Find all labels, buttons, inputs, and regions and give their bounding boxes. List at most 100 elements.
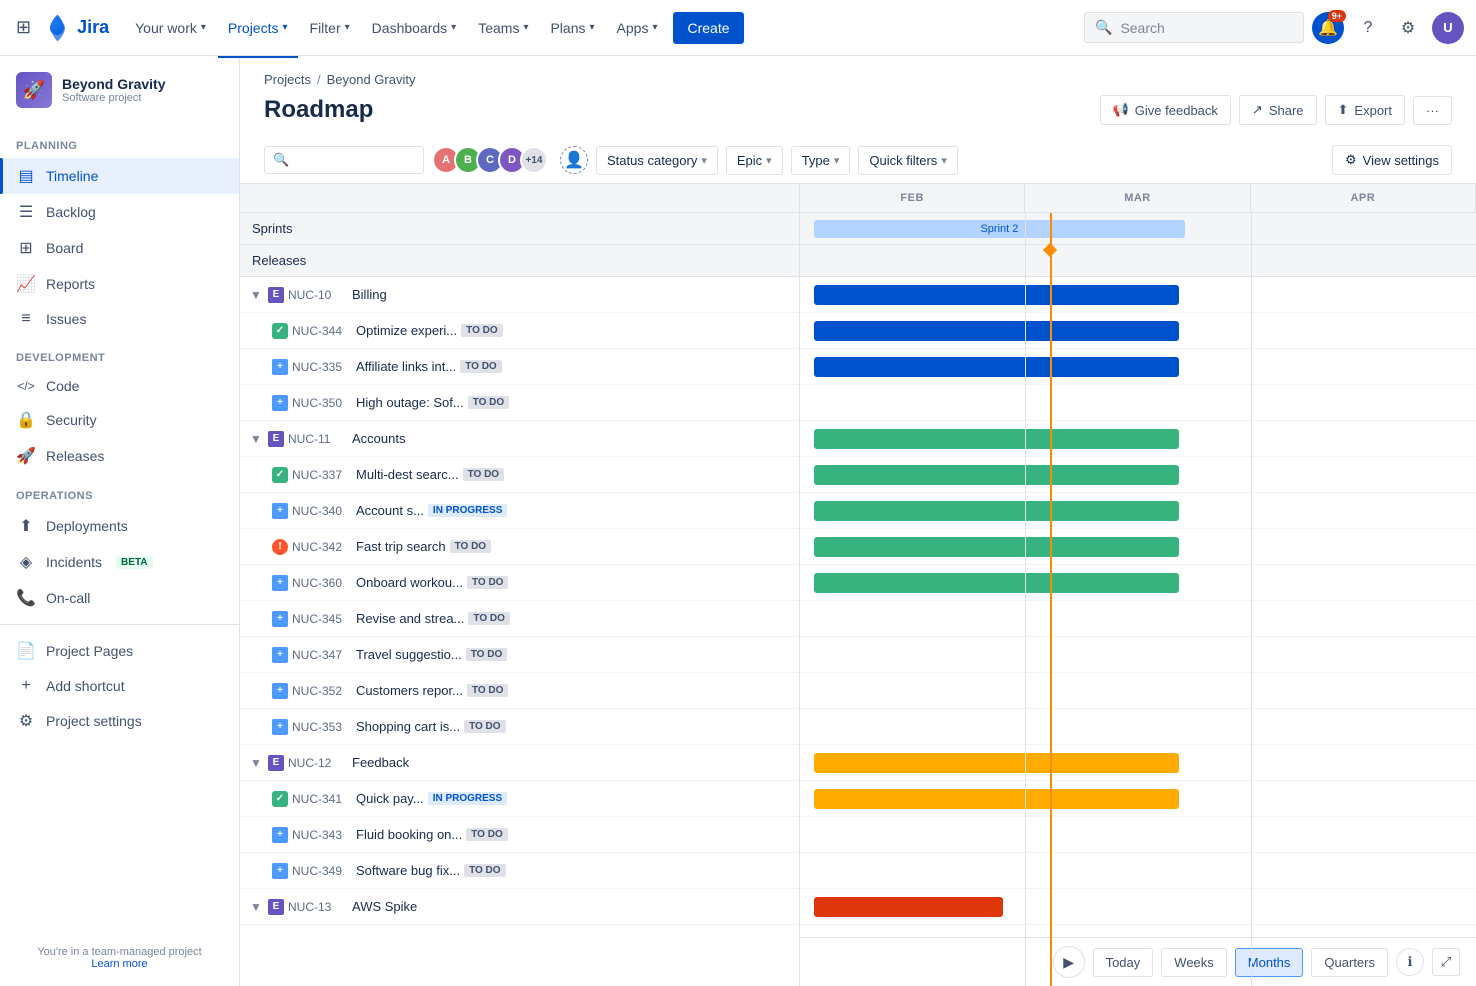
issue-row-nuc352[interactable]: + NUC-352 Customers repor... TO DO <box>240 673 799 709</box>
issue-row-nuc342[interactable]: ! NUC-342 Fast trip search TO DO <box>240 529 799 565</box>
settings-button[interactable]: ⚙ <box>1392 12 1424 44</box>
nav-apps[interactable]: Apps ▾ <box>607 12 668 44</box>
epic-filter[interactable]: Epic ▾ <box>726 146 783 175</box>
project-name: Beyond Gravity <box>62 76 165 92</box>
quick-filters[interactable]: Quick filters ▾ <box>858 146 957 175</box>
nav-plans[interactable]: Plans ▾ <box>540 12 604 44</box>
months-button[interactable]: Months <box>1235 948 1304 977</box>
give-feedback-button[interactable]: 📢 Give feedback <box>1100 95 1231 125</box>
task-icon: + <box>272 359 288 375</box>
gantt-bar-nuc344 <box>814 321 1179 341</box>
toolbar-search[interactable]: 🔍 <box>264 146 424 174</box>
info-button[interactable]: ℹ <box>1396 948 1424 976</box>
on-call-icon: 📞 <box>16 588 36 608</box>
share-button[interactable]: ↗ Share <box>1239 95 1317 125</box>
sidebar-item-on-call[interactable]: 📞 On-call <box>0 580 239 616</box>
learn-more-link[interactable]: Learn more <box>91 958 147 970</box>
issue-row-nuc353[interactable]: + NUC-353 Shopping cart is... TO DO <box>240 709 799 745</box>
sidebar-item-releases[interactable]: 🚀 Releases <box>0 438 239 474</box>
weeks-button[interactable]: Weeks <box>1161 948 1227 977</box>
issue-id: NUC-343 <box>292 828 352 842</box>
issue-row-nuc345[interactable]: + NUC-345 Revise and strea... TO DO <box>240 601 799 637</box>
issue-name: Fluid booking on... <box>356 827 462 842</box>
issue-row-nuc344[interactable]: ✓ NUC-344 Optimize experi... TO DO <box>240 313 799 349</box>
view-settings-button[interactable]: ⚙ View settings <box>1332 145 1452 175</box>
issue-row-nuc341[interactable]: ✓ NUC-341 Quick pay... IN PROGRESS <box>240 781 799 817</box>
issue-row-nuc349[interactable]: + NUC-349 Software bug fix... TO DO <box>240 853 799 889</box>
status-badge: TO DO <box>463 468 504 481</box>
assignee-filter-button[interactable]: 👤 <box>560 146 588 174</box>
expand-icon[interactable]: ▼ <box>248 900 264 914</box>
expand-icon[interactable]: ▼ <box>248 288 264 302</box>
nav-menu: Your work ▾ Projects ▾ Filter ▾ Dashboar… <box>125 12 1076 44</box>
sidebar-item-security[interactable]: 🔒 Security <box>0 402 239 438</box>
expand-icon[interactable]: ▼ <box>248 432 264 446</box>
expand-icon[interactable]: ▼ <box>248 756 264 770</box>
user-avatar[interactable]: U <box>1432 12 1464 44</box>
create-button[interactable]: Create <box>673 12 743 44</box>
quarters-button[interactable]: Quarters <box>1311 948 1388 977</box>
avatar-count[interactable]: +14 <box>520 146 548 174</box>
issue-row-nuc340[interactable]: + NUC-340 Account s... IN PROGRESS <box>240 493 799 529</box>
sidebar-item-code[interactable]: </> Code <box>0 370 239 402</box>
sidebar-item-issues[interactable]: ≡ Issues <box>0 302 239 336</box>
gantt-row-nuc10 <box>800 277 1476 313</box>
sidebar-item-reports[interactable]: 📈 Reports <box>0 266 239 302</box>
roadmap-container: FEB MAR APR Sprints Releases <box>240 184 1476 986</box>
toolbar: 🔍 A B C D +14 👤 Status category ▾ Epic ▾ <box>240 137 1476 184</box>
sprints-label: Sprints <box>252 221 292 236</box>
epic-row-nuc12[interactable]: ▼ E NUC-12 Feedback <box>240 745 799 781</box>
sidebar-item-incidents[interactable]: ◈ Incidents BETA <box>0 544 239 580</box>
gantt-row-nuc344 <box>800 313 1476 349</box>
sidebar-item-timeline[interactable]: ▤ Timeline <box>0 158 239 194</box>
issue-row-nuc337[interactable]: ✓ NUC-337 Multi-dest searc... TO DO <box>240 457 799 493</box>
nav-your-work[interactable]: Your work ▾ <box>125 12 216 44</box>
today-button[interactable]: Today <box>1093 948 1154 977</box>
issue-row-nuc335[interactable]: + NUC-335 Affiliate links int... TO DO <box>240 349 799 385</box>
logo[interactable]: Jira <box>43 14 109 42</box>
bug-icon: ! <box>272 539 288 555</box>
nav-dashboards[interactable]: Dashboards ▾ <box>362 12 467 44</box>
sidebar-item-label: Code <box>46 378 79 394</box>
search-bar[interactable]: 🔍 Search <box>1084 12 1304 43</box>
breadcrumb-project-name[interactable]: Beyond Gravity <box>327 72 416 87</box>
issue-row-nuc347[interactable]: + NUC-347 Travel suggestio... TO DO <box>240 637 799 673</box>
more-options-button[interactable]: ··· <box>1413 96 1452 125</box>
nav-projects[interactable]: Projects ▾ <box>218 12 298 44</box>
help-button[interactable]: ? <box>1352 12 1384 44</box>
sidebar-item-project-settings[interactable]: ⚙ Project settings <box>0 703 239 739</box>
sidebar-item-add-shortcut[interactable]: + Add shortcut <box>0 669 239 703</box>
project-type: Software project <box>62 92 165 104</box>
megaphone-icon: 📢 <box>1113 102 1129 118</box>
sidebar-item-deployments[interactable]: ⬆ Deployments <box>0 508 239 544</box>
epic-row-nuc10[interactable]: ▼ E NUC-10 Billing <box>240 277 799 313</box>
nav-filter[interactable]: Filter ▾ <box>300 12 360 44</box>
fullscreen-button[interactable]: ⤢ <box>1432 948 1460 976</box>
chevron-down-icon: ▾ <box>652 22 657 33</box>
chevron-down-icon: ▾ <box>523 22 528 33</box>
help-icon: ? <box>1364 19 1373 37</box>
export-button[interactable]: ⬆ Export <box>1325 95 1405 125</box>
gantt-bar-nuc13 <box>814 897 1003 917</box>
notifications-button[interactable]: 🔔 9+ <box>1312 12 1344 44</box>
status-badge: TO DO <box>468 612 509 625</box>
beta-badge: BETA <box>116 556 152 569</box>
issue-row-nuc360[interactable]: + NUC-360 Onboard workou... TO DO <box>240 565 799 601</box>
epic-row-nuc13[interactable]: ▼ E NUC-13 AWS Spike <box>240 889 799 925</box>
epic-row-nuc11[interactable]: ▼ E NUC-11 Accounts <box>240 421 799 457</box>
prev-button[interactable]: ▶ <box>1053 946 1085 978</box>
type-filter[interactable]: Type ▾ <box>791 146 851 175</box>
status-category-filter[interactable]: Status category ▾ <box>596 146 718 175</box>
nav-teams[interactable]: Teams ▾ <box>468 12 538 44</box>
grid-icon[interactable]: ⊞ <box>12 13 35 42</box>
sliders-icon: ⚙ <box>1345 152 1357 168</box>
sidebar-item-backlog[interactable]: ☰ Backlog <box>0 194 239 230</box>
issue-id: NUC-349 <box>292 864 352 878</box>
issue-row-nuc350[interactable]: + NUC-350 High outage: Sof... TO DO <box>240 385 799 421</box>
sidebar-item-label: Backlog <box>46 204 96 220</box>
sidebar-item-project-pages[interactable]: 📄 Project Pages <box>0 633 239 669</box>
breadcrumb-projects[interactable]: Projects <box>264 72 311 87</box>
issue-row-nuc343[interactable]: + NUC-343 Fluid booking on... TO DO <box>240 817 799 853</box>
sidebar-item-board[interactable]: ⊞ Board <box>0 230 239 266</box>
issue-id: NUC-335 <box>292 360 352 374</box>
